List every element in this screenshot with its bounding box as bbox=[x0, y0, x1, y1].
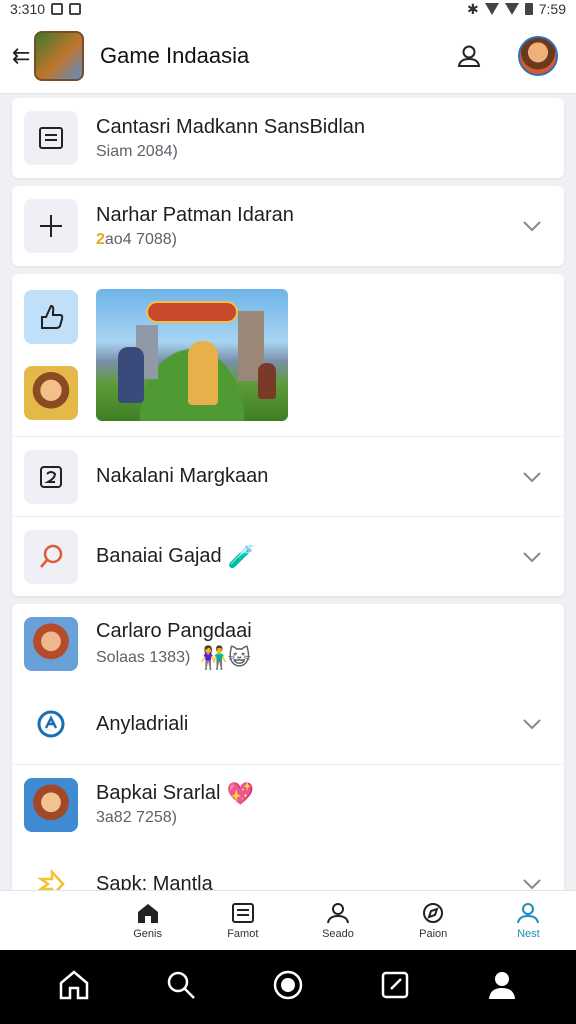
nav-label: Genis bbox=[133, 927, 162, 940]
status-time: 3:310 bbox=[10, 1, 46, 17]
nav-item-paion[interactable]: Paion bbox=[386, 891, 481, 950]
potion-icon: 🧪 bbox=[227, 543, 256, 569]
chevron-down-icon[interactable] bbox=[512, 471, 552, 483]
thumbs-up-icon[interactable] bbox=[24, 290, 78, 344]
list-card: Narhar Patman Idaran 2ao4 7088) bbox=[12, 186, 564, 266]
list-item[interactable]: Anyladriali bbox=[12, 684, 564, 764]
character-thumbnail bbox=[24, 777, 78, 832]
balloon-icon bbox=[24, 529, 78, 584]
plus-icon bbox=[24, 199, 78, 253]
app-logo bbox=[34, 30, 84, 81]
document-icon bbox=[24, 111, 78, 165]
back-icon[interactable]: ⇇ bbox=[12, 43, 34, 69]
profile-icon bbox=[517, 902, 540, 923]
list-item[interactable]: Nakalani Margkaan bbox=[12, 436, 564, 516]
nav-item-genis[interactable]: Genis bbox=[100, 891, 195, 950]
battery-icon bbox=[524, 3, 533, 15]
wifi-icon bbox=[484, 3, 499, 15]
user-icon[interactable] bbox=[444, 43, 494, 69]
item-title: Banaiai Gajad 🧪 bbox=[96, 543, 256, 569]
bottom-navigation: Genis Famot Seado Paion Nest bbox=[0, 890, 576, 950]
chevron-down-icon[interactable] bbox=[512, 220, 552, 232]
status-bar: 3:310 ✱ 7:59 bbox=[0, 0, 576, 18]
notification-icon bbox=[69, 3, 82, 15]
item-subtitle: 3a82 7258) bbox=[96, 809, 177, 826]
chevron-down-icon[interactable] bbox=[512, 878, 552, 890]
nav-label: Nest bbox=[517, 927, 540, 940]
heart-icon: 💖 bbox=[226, 780, 254, 806]
bluetooth-icon: ✱ bbox=[467, 0, 479, 17]
character-thumbnail[interactable] bbox=[24, 366, 78, 420]
page-title: Game Indaasia bbox=[100, 42, 250, 68]
nav-item-nest[interactable]: Nest bbox=[481, 891, 576, 950]
item-title: Narhar Patman Idaran bbox=[96, 203, 294, 226]
item-title: Bapkai Srarlal 💖 bbox=[96, 780, 254, 806]
search-icon[interactable] bbox=[165, 969, 197, 1006]
list-card: Nakalani Margkaan Banaiai Gajad 🧪 bbox=[12, 274, 564, 596]
item-subtitle: Solaas 1383) 👫😺 bbox=[96, 644, 251, 670]
status-clock: 7:59 bbox=[538, 1, 566, 17]
list-item[interactable]: Bapkai Srarlal 💖 3a82 7258) bbox=[12, 764, 564, 844]
system-navigation bbox=[0, 950, 576, 1024]
home-icon[interactable] bbox=[58, 969, 90, 1006]
list-item[interactable]: Cantasri Madkann SansBidlan Siam 2084) bbox=[12, 98, 564, 178]
item-subtitle: Siam 2084) bbox=[96, 142, 178, 160]
person-icon bbox=[327, 902, 349, 923]
nav-label: Paion bbox=[419, 927, 448, 940]
signal-icon bbox=[504, 3, 519, 15]
item-title: Nakalani Margkaan bbox=[96, 465, 269, 487]
item-title: Anyladriali bbox=[96, 712, 189, 735]
item-subtitle: 2ao4 7088) bbox=[96, 230, 177, 248]
content-list: Cantasri Madkann SansBidlan Siam 2084) N… bbox=[12, 98, 564, 932]
avatar[interactable] bbox=[518, 35, 558, 76]
compass-icon bbox=[423, 902, 444, 923]
item-title: Carlaro Pangdaai bbox=[96, 619, 252, 642]
edit-icon[interactable] bbox=[379, 969, 411, 1006]
home-icon bbox=[137, 903, 158, 923]
media-item bbox=[12, 274, 564, 436]
character-thumbnail bbox=[24, 617, 78, 671]
nav-label: Famot bbox=[227, 927, 259, 940]
notification-icon bbox=[51, 3, 64, 15]
chevron-down-icon[interactable] bbox=[512, 718, 552, 730]
list-card: Carlaro Pangdaai Solaas 1383) 👫😺 Anyladr… bbox=[12, 604, 564, 924]
list-item[interactable]: Narhar Patman Idaran 2ao4 7088) bbox=[12, 186, 564, 266]
chat-icon bbox=[24, 449, 78, 504]
circle-home-icon[interactable] bbox=[272, 969, 304, 1006]
list-icon bbox=[231, 902, 254, 923]
refresh-icon bbox=[24, 697, 78, 751]
list-item[interactable]: Banaiai Gajad 🧪 bbox=[12, 516, 564, 596]
nav-label: Seado bbox=[322, 927, 354, 940]
list-item[interactable]: Carlaro Pangdaai Solaas 1383) 👫😺 bbox=[12, 604, 564, 684]
chevron-down-icon[interactable] bbox=[512, 551, 552, 563]
list-card: Cantasri Madkann SansBidlan Siam 2084) bbox=[12, 98, 564, 178]
account-icon[interactable] bbox=[486, 969, 518, 1006]
app-bar: ⇇ Game Indaasia bbox=[0, 18, 576, 94]
game-screenshot-image[interactable] bbox=[96, 289, 288, 421]
nav-item-seado[interactable]: Seado bbox=[290, 891, 385, 950]
nav-item-famot[interactable]: Famot bbox=[195, 891, 290, 950]
item-title: Cantasri Madkann SansBidlan bbox=[96, 115, 366, 138]
characters-icon: 👫😺 bbox=[200, 644, 251, 670]
